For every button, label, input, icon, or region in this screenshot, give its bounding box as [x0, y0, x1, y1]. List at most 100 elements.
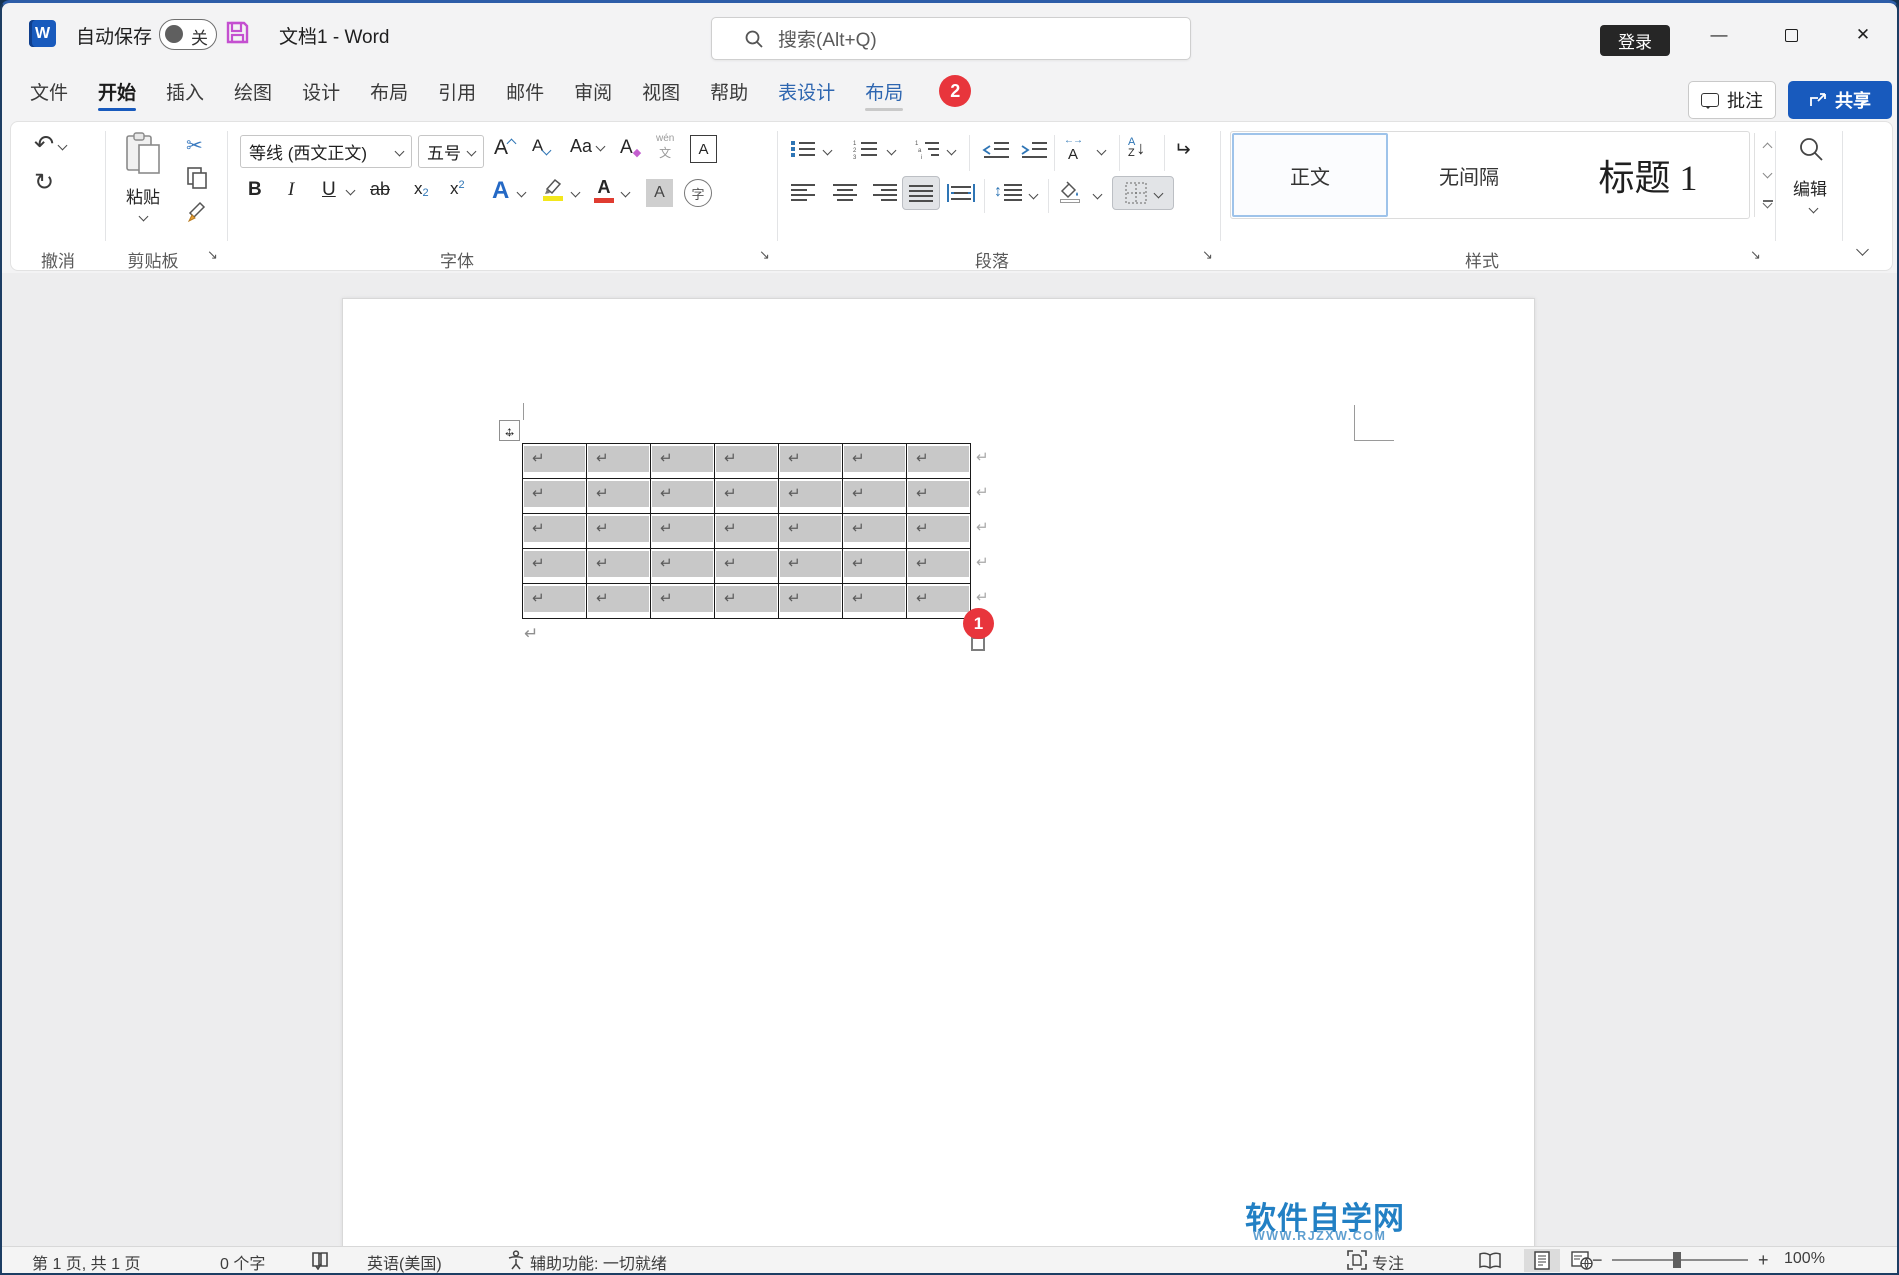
table-cell[interactable]: ↵: [779, 549, 843, 583]
editing-dropdown-icon[interactable]: [1810, 205, 1817, 212]
tab-开始-1[interactable]: 开始: [98, 65, 136, 117]
character-shading-button[interactable]: A: [646, 179, 673, 207]
table-cell[interactable]: ↵: [715, 584, 779, 618]
undo-dropdown-icon[interactable]: [57, 140, 67, 150]
table-cell[interactable]: ↵: [715, 514, 779, 548]
table-row[interactable]: ↵↵↵↵↵↵↵: [523, 514, 971, 549]
bold-button[interactable]: B: [248, 179, 262, 201]
decrease-indent-button[interactable]: [982, 141, 1010, 159]
asian-layout-button[interactable]: ←→ A: [1064, 135, 1082, 163]
table-cell[interactable]: ↵: [907, 479, 971, 513]
shading-button[interactable]: [1058, 181, 1082, 203]
font-size-dropdown-icon[interactable]: [467, 147, 477, 157]
line-spacing-dropdown-icon[interactable]: [1030, 191, 1037, 198]
comments-button[interactable]: 批注: [1688, 81, 1776, 119]
table-cell[interactable]: ↵: [523, 514, 587, 548]
zoom-in-button[interactable]: +: [1758, 1250, 1769, 1271]
table-cell[interactable]: ↵: [907, 584, 971, 618]
print-layout-button[interactable]: [1524, 1249, 1560, 1272]
close-button[interactable]: ✕: [1843, 21, 1883, 49]
table-cell[interactable]: ↵: [651, 584, 715, 618]
table-row[interactable]: ↵↵↵↵↵↵↵: [523, 444, 971, 479]
multilevel-list-button[interactable]: 1ai: [914, 139, 940, 159]
grow-font-button[interactable]: A: [494, 136, 515, 160]
tab-插入-2[interactable]: 插入: [166, 65, 204, 117]
clipboard-dialog-launcher[interactable]: ↘: [207, 247, 218, 263]
table-cell[interactable]: ↵: [779, 479, 843, 513]
minimize-button[interactable]: —: [1699, 21, 1739, 49]
table-cell[interactable]: ↵: [651, 514, 715, 548]
style-card-heading1[interactable]: 标题 1: [1550, 133, 1746, 217]
style-card-normal[interactable]: 正文: [1232, 133, 1388, 217]
focus-icon[interactable]: [1347, 1250, 1367, 1270]
accessibility-icon[interactable]: [507, 1250, 525, 1270]
subscript-button[interactable]: x2: [414, 179, 429, 199]
word-count[interactable]: 0 个字: [220, 1250, 265, 1274]
character-border-button[interactable]: A: [690, 135, 717, 163]
format-painter-button[interactable]: [186, 199, 210, 223]
highlight-button[interactable]: [542, 177, 564, 201]
paste-button[interactable]: 粘贴: [114, 131, 172, 239]
styles-gallery-expand-button[interactable]: [1754, 189, 1780, 217]
word-table[interactable]: ↵↵↵↵↵↵↵↵↵↵↵↵↵↵↵↵↵↵↵↵↵↵↵↵↵↵↵↵↵↵↵↵↵↵↵: [522, 443, 971, 619]
font-name-combo[interactable]: 等线 (西文正文): [240, 135, 412, 168]
font-color-button[interactable]: A: [594, 177, 614, 203]
table-cell[interactable]: ↵: [907, 549, 971, 583]
enclose-characters-button[interactable]: 字: [684, 179, 712, 207]
cut-button[interactable]: ✂: [186, 133, 203, 158]
underline-button[interactable]: U: [322, 179, 336, 201]
align-right-button[interactable]: [872, 183, 898, 201]
search-box[interactable]: 搜索(Alt+Q): [711, 17, 1191, 60]
language-indicator[interactable]: 英语(美国): [367, 1250, 442, 1274]
tab-邮件-7[interactable]: 邮件: [506, 65, 544, 117]
table-cell[interactable]: ↵: [651, 479, 715, 513]
table-move-handle[interactable]: ↔↕: [499, 420, 520, 441]
table-cell[interactable]: ↵: [715, 479, 779, 513]
styles-dialog-launcher[interactable]: ↘: [1750, 247, 1761, 263]
italic-button[interactable]: I: [288, 179, 294, 201]
tab-表设计-11[interactable]: 表设计: [778, 65, 835, 117]
font-dialog-launcher[interactable]: ↘: [759, 247, 770, 263]
table-cell[interactable]: ↵: [587, 514, 651, 548]
table-resize-handle[interactable]: [971, 637, 985, 651]
table-cell[interactable]: ↵: [907, 514, 971, 548]
table-cell[interactable]: ↵: [651, 549, 715, 583]
underline-dropdown-icon[interactable]: [347, 187, 354, 194]
table-cell[interactable]: ↵: [843, 584, 907, 618]
table-cell[interactable]: ↵: [523, 479, 587, 513]
tab-审阅-8[interactable]: 审阅: [574, 65, 612, 117]
text-effects-button[interactable]: A: [492, 177, 509, 205]
zoom-out-button[interactable]: −: [1592, 1250, 1603, 1271]
sort-button[interactable]: AZ ↓: [1128, 137, 1145, 159]
tab-绘图-3[interactable]: 绘图: [234, 65, 272, 117]
change-case-button[interactable]: Aa: [570, 136, 604, 157]
font-name-dropdown-icon[interactable]: [395, 147, 405, 157]
tab-设计-4[interactable]: 设计: [302, 65, 340, 117]
signin-button[interactable]: 登录: [1600, 25, 1670, 56]
table-cell[interactable]: ↵: [523, 584, 587, 618]
paragraph-dialog-launcher[interactable]: ↘: [1202, 247, 1213, 263]
table-row[interactable]: ↵↵↵↵↵↵↵: [523, 479, 971, 514]
undo-button[interactable]: ↶: [34, 133, 66, 157]
table-cell[interactable]: ↵: [587, 444, 651, 478]
table-cell[interactable]: ↵: [779, 514, 843, 548]
styles-scroll-down-button[interactable]: [1754, 161, 1780, 189]
table-cell[interactable]: ↵: [587, 549, 651, 583]
multilevel-dropdown-icon[interactable]: [948, 147, 955, 154]
table-cell[interactable]: ↵: [523, 444, 587, 478]
table-cell[interactable]: ↵: [907, 444, 971, 478]
page-info[interactable]: 第 1 页, 共 1 页: [32, 1250, 140, 1274]
borders-button[interactable]: [1112, 176, 1174, 210]
table-cell[interactable]: ↵: [843, 549, 907, 583]
borders-dropdown-icon[interactable]: [1153, 188, 1163, 198]
bullets-button[interactable]: [790, 139, 816, 159]
tab-布局-5[interactable]: 布局: [370, 65, 408, 117]
table-cell[interactable]: ↵: [651, 444, 715, 478]
share-button[interactable]: 共享: [1788, 81, 1892, 119]
table-cell[interactable]: ↵: [843, 514, 907, 548]
accessibility-status[interactable]: 辅助功能: 一切就绪: [530, 1250, 667, 1274]
align-left-button[interactable]: [790, 183, 816, 201]
strikethrough-button[interactable]: ab: [370, 179, 390, 200]
table-cell[interactable]: ↵: [587, 479, 651, 513]
save-icon[interactable]: [224, 19, 251, 51]
